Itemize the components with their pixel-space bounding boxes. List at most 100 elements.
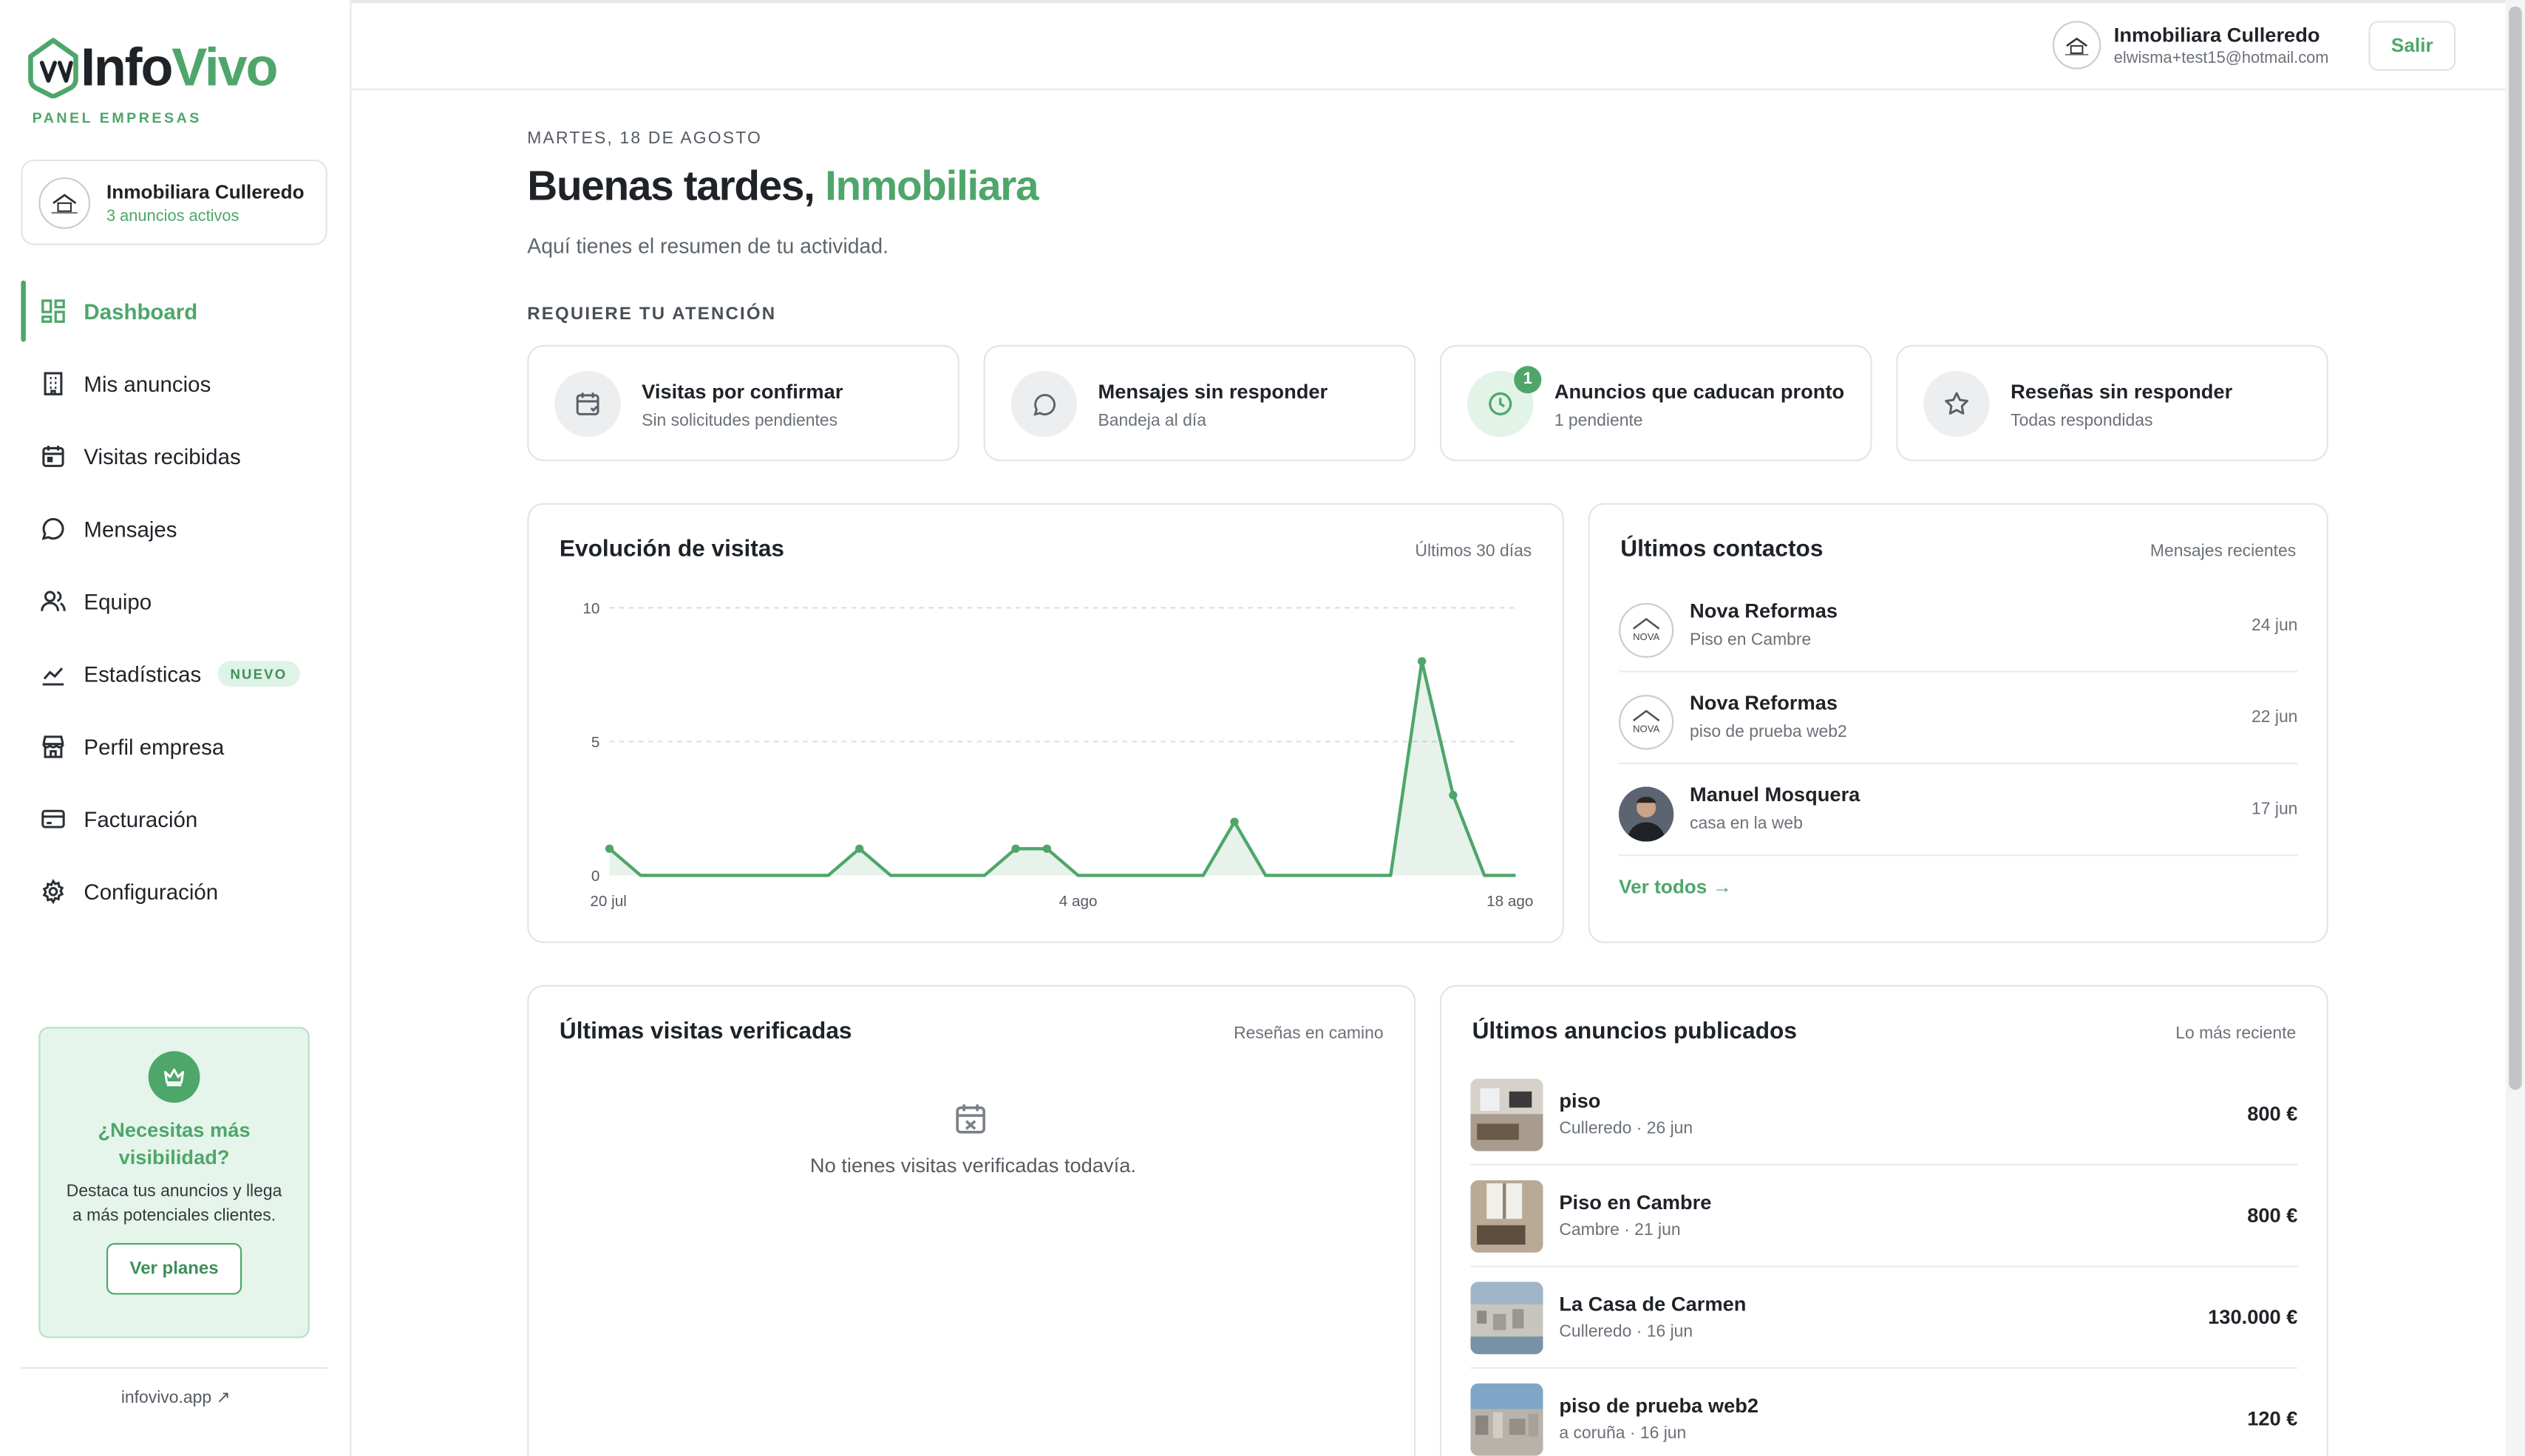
sidebar-item-label: Configuración [84,879,219,904]
sidebar-item-dashboard[interactable]: Dashboard [21,280,330,342]
sidebar-item-mis-anuncios[interactable]: Mis anuncios [21,353,330,415]
sidebar-item-facturacion[interactable]: Facturación [21,789,330,850]
verified-visits-card: Últimas visitas verificadas Reseñas en c… [527,984,1416,1456]
attention-sub: Bandeja al día [1098,411,1206,431]
contact-item[interactable]: NOVA Nova Reformas piso de prueba web2 2… [1619,673,2298,764]
contact-avatar: NOVA [1619,695,1674,750]
user-menu[interactable]: Inmobiliara Culleredo elwisma+test15@hot… [2052,21,2329,69]
contact-item[interactable]: Manuel Mosquera casa en la web 17 jun [1619,764,2298,857]
data-point [1449,791,1458,800]
user-avatar [2052,21,2101,69]
listing-item[interactable]: piso de prueba web2 a coruña · 16 jun 12… [1470,1383,2298,1456]
divider [1470,1265,2298,1268]
contact-avatar [1619,786,1674,842]
contact-subject: casa en la web [1690,814,1803,834]
card-caption: Últimos 30 días [1415,541,1532,562]
scrollbar-thumb[interactable] [2509,6,2522,1090]
crown-icon [148,1051,200,1103]
attention-card-visits[interactable]: Visitas por confirmar Sin solicitudes pe… [527,344,959,461]
sidebar-item-label: Perfil empresa [84,734,225,759]
series-area [609,661,1516,876]
sidebar-item-label: Dashboard [84,299,198,324]
contact-date: 22 jun [2252,707,2298,727]
x-tick-label: 18 ago [1486,893,1533,910]
listing-price: 800 € [2247,1204,2298,1228]
attention-sub: Todas respondidas [2011,411,2153,431]
logo-subtitle: PANEL EMPRESAS [32,109,202,126]
card-caption: Mensajes recientes [2150,541,2297,562]
promo-title: ¿Necesitas más visibilidad? [98,1118,251,1169]
listing-price: 800 € [2247,1103,2298,1126]
attention-card-expiring[interactable]: 1 Anuncios que caducan pronto 1 pendient… [1439,344,1872,461]
listing-title: La Casa de Carmen [1559,1293,1747,1316]
company-card[interactable]: Inmobiliara Culleredo 3 anuncios activos [21,159,327,245]
view-plans-button[interactable]: Ver planes [106,1242,242,1295]
contact-date: 24 jun [2252,616,2298,636]
y-tick-label: 0 [591,868,600,885]
sidebar-item-mensajes[interactable]: Mensajes [21,498,330,559]
listing-item[interactable]: Piso en Cambre Cambre · 21 jun 800 € [1470,1180,2298,1282]
new-badge: NUEVO [217,661,300,687]
contacts-card: Últimos contactos Mensajes recientes NOV… [1588,503,2328,944]
attention-card-reviews[interactable]: Reseñas sin responder Todas respondidas [1896,344,2328,461]
infovivo-site-link[interactable]: infovivo.app ↗ [0,1388,352,1407]
listing-title: Piso en Cambre [1559,1191,1712,1214]
sidebar-item-label: Estadísticas [84,661,202,687]
listing-title: piso [1559,1089,1601,1113]
logout-button[interactable]: Salir [2368,21,2456,71]
sidebar-item-equipo[interactable]: Equipo [21,571,330,632]
data-point [1417,657,1427,666]
logo-wordmark: InfoVivo [81,37,278,97]
user-email: elwisma+test15@hotmail.com [2113,49,2329,67]
sidebar-item-label: Equipo [84,589,152,614]
page-scrollbar[interactable] [2505,0,2525,1456]
listing-item[interactable]: La Casa de Carmen Culleredo · 16 jun 130… [1470,1282,2298,1383]
listing-item[interactable]: piso Culleredo · 26 jun 800 € [1470,1078,2298,1180]
attention-title: Reseñas sin responder [2011,380,2233,404]
chat-icon [1010,370,1078,438]
contact-name: Nova Reformas [1690,599,1838,623]
x-tick-label: 20 jul [590,893,627,910]
listing-meta: a coruña · 16 jun [1559,1423,1687,1443]
listing-meta: Culleredo · 26 jun [1559,1118,1693,1139]
listing-price: 120 € [2247,1407,2298,1430]
divider [1470,1367,2298,1369]
star-icon [1923,370,1990,438]
calendar-off-icon [956,1104,985,1134]
sidebar-item-estadisticas[interactable]: Estadísticas NUEVO [21,643,330,704]
infovivo-logo[interactable]: InfoVivo [27,35,278,100]
data-point [1011,844,1020,853]
company-name: Inmobiliara Culleredo [106,180,305,203]
visits-chart-card: 0 5 10 20 jul 4 ago 18 ago Evolución de visit… [527,503,1564,944]
building-icon [38,370,66,398]
contact-subject: Piso en Cambre [1690,630,1812,650]
svg-text:NOVA: NOVA [1633,723,1659,734]
count-badge: 1 [1514,366,1542,394]
data-point [1230,817,1239,826]
sidebar-item-label: Mis anuncios [84,371,211,396]
x-tick-label: 4 ago [1059,893,1098,910]
y-tick-label: 10 [582,600,599,617]
company-status: 3 anuncios activos [106,207,239,225]
data-point [1042,844,1052,853]
attention-card-messages[interactable]: Mensajes sin responder Bandeja al día [983,344,1416,461]
card-caption: Reseñas en camino [1234,1024,1384,1044]
divider [1619,854,2298,857]
listing-photo [1470,1282,1543,1355]
listing-meta: Culleredo · 16 jun [1559,1321,1693,1341]
card-title: Últimos anuncios publicados [1472,1018,1797,1045]
visits-chart: 0 5 10 20 jul 4 ago 18 ago [582,600,1533,910]
contact-subject: piso de prueba web2 [1690,722,1847,742]
sidebar-item-perfil-empresa[interactable]: Perfil empresa [21,716,330,778]
contact-item[interactable]: NOVA Nova Reformas Piso en Cambre 24 jun [1619,580,2298,673]
view-all-link[interactable]: Ver todos → [1619,875,1732,898]
top-header: Inmobiliara Culleredo elwisma+test15@hot… [351,3,2506,91]
listing-photo [1470,1078,1543,1151]
sidebar-item-configuracion[interactable]: Configuración [21,861,330,922]
sidebar-item-visitas-recibidas[interactable]: Visitas recibidas [21,426,330,487]
page-subtitle: Aquí tienes el resumen de tu actividad. [527,234,888,259]
sidebar: InfoVivo PANEL EMPRESAS Inmobiliara Cull… [0,0,352,1456]
listings-card: Últimos anuncios publicados Lo más recie… [1439,984,2328,1456]
contact-name: Manuel Mosquera [1690,783,1860,806]
contact-avatar: NOVA [1619,602,1674,658]
